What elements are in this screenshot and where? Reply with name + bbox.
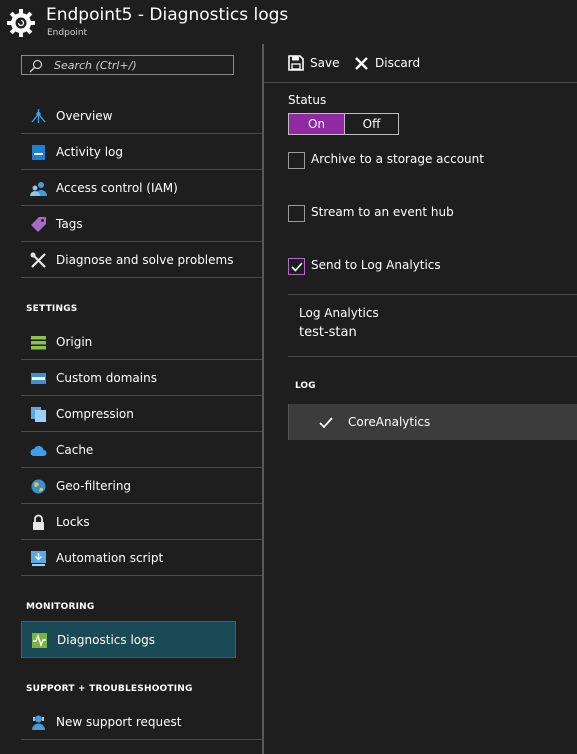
diagnostics-icon: [32, 633, 47, 648]
section-divider: [288, 294, 577, 295]
download-icon: [31, 551, 46, 566]
page-title: Endpoint5 - Diagnostics logs: [46, 5, 289, 25]
archive-checkbox-row[interactable]: Archive to a storage account: [288, 152, 488, 172]
sidebar-item-origin[interactable]: Origin: [21, 325, 264, 360]
archive-label: Archive to a storage account: [311, 152, 484, 166]
stream-label: Stream to an event hub: [311, 205, 454, 219]
stream-checkbox-row[interactable]: Stream to an event hub: [288, 205, 488, 225]
save-label: Save: [310, 56, 340, 70]
people-icon: [30, 182, 47, 196]
send-log-analytics-checkbox[interactable]: [288, 258, 305, 275]
checkmark-icon: [291, 262, 303, 272]
send-log-analytics-label: Send to Log Analytics: [311, 258, 441, 272]
sidebar-item-label: Overview: [56, 109, 113, 123]
sidebar-item-label: Activity log: [56, 145, 123, 159]
sidebar-item-label: Tags: [56, 217, 83, 231]
overview-icon: [31, 109, 46, 123]
section-header-support: SUPPORT + TROUBLESHOOTING: [26, 684, 193, 694]
checkmark-icon[interactable]: [318, 415, 334, 431]
status-on-option[interactable]: On: [289, 114, 344, 134]
sidebar-item-tags[interactable]: Tags: [21, 207, 264, 242]
search-icon: [29, 59, 43, 73]
activity-log-icon: [32, 145, 45, 160]
close-icon: [355, 57, 368, 70]
status-toggle[interactable]: On Off: [288, 113, 399, 135]
send-log-analytics-row[interactable]: Send to Log Analytics: [288, 258, 488, 278]
log-analytics-workspace[interactable]: test-stan: [299, 325, 357, 340]
sidebar-item-access-control[interactable]: Access control (IAM): [21, 171, 264, 206]
sidebar-item-label: Diagnostics logs: [57, 633, 155, 647]
sidebar-item-compression[interactable]: Compression: [21, 397, 264, 432]
save-icon: [288, 55, 304, 71]
compression-icon: [31, 407, 46, 422]
search-input[interactable]: Search (Ctrl+/): [21, 55, 234, 75]
wrench-icon: [30, 252, 46, 268]
sidebar-item-locks[interactable]: Locks: [21, 505, 264, 540]
sidebar-item-label: Compression: [56, 407, 134, 421]
sidebar-item-label: Cache: [56, 443, 94, 457]
sidebar-item-label: Automation script: [56, 551, 164, 565]
log-item-label: CoreAnalytics: [348, 415, 431, 429]
save-button[interactable]: Save: [288, 54, 340, 74]
log-section-header: LOG: [295, 381, 316, 391]
discard-button[interactable]: Discard: [353, 54, 423, 74]
globe-icon: [31, 479, 46, 494]
sidebar-item-label: Geo-filtering: [56, 479, 132, 493]
blade-header: Endpoint5 - Diagnostics logs Endpoint: [0, 0, 577, 44]
sidebar-item-label: New support request: [56, 715, 182, 729]
log-item-core-analytics[interactable]: CoreAnalytics: [288, 404, 577, 440]
sidebar-item-new-support-request[interactable]: New support request: [21, 705, 264, 740]
sidebar-item-label: Access control (IAM): [56, 181, 178, 195]
sidebar-item-custom-domains[interactable]: Custom domains: [21, 361, 264, 396]
sidebar-item-automation-script[interactable]: Automation script: [21, 541, 264, 576]
search-placeholder: Search (Ctrl+/): [54, 59, 137, 72]
lock-icon: [33, 514, 44, 530]
sidebar-item-diagnostics-logs[interactable]: Diagnostics logs: [21, 621, 236, 658]
cache-cloud-icon: [30, 445, 47, 456]
sidebar-item-diagnose[interactable]: Diagnose and solve problems: [21, 243, 264, 278]
sidebar-item-activity-log[interactable]: Activity log: [21, 135, 264, 170]
domain-icon: [31, 373, 46, 384]
blade-divider: [262, 44, 264, 754]
section-header-monitoring: MONITORING: [26, 602, 95, 612]
log-analytics-label: Log Analytics: [299, 306, 379, 320]
section-header-settings: SETTINGS: [26, 304, 78, 314]
tag-icon: [31, 217, 46, 232]
sidebar-item-label: Diagnose and solve problems: [56, 253, 234, 267]
sidebar-item-cache[interactable]: Cache: [21, 433, 264, 468]
toolbar-divider: [264, 82, 577, 83]
discard-label: Discard: [375, 56, 421, 70]
sidebar-item-label: Locks: [56, 515, 90, 529]
sidebar-item-label: Custom domains: [56, 371, 157, 385]
page-subtitle: Endpoint: [47, 28, 88, 38]
status-off-option[interactable]: Off: [344, 114, 398, 134]
sidebar-item-label: Origin: [56, 335, 93, 349]
origin-icon: [31, 336, 46, 350]
section-divider: [288, 356, 577, 357]
status-label: Status: [288, 93, 327, 107]
sidebar-item-geo-filtering[interactable]: Geo-filtering: [21, 469, 264, 504]
archive-checkbox[interactable]: [288, 152, 305, 169]
support-person-icon: [32, 715, 45, 730]
stream-checkbox[interactable]: [288, 205, 305, 222]
gear-icon: [7, 9, 35, 37]
sidebar-item-overview[interactable]: Overview: [21, 99, 264, 134]
